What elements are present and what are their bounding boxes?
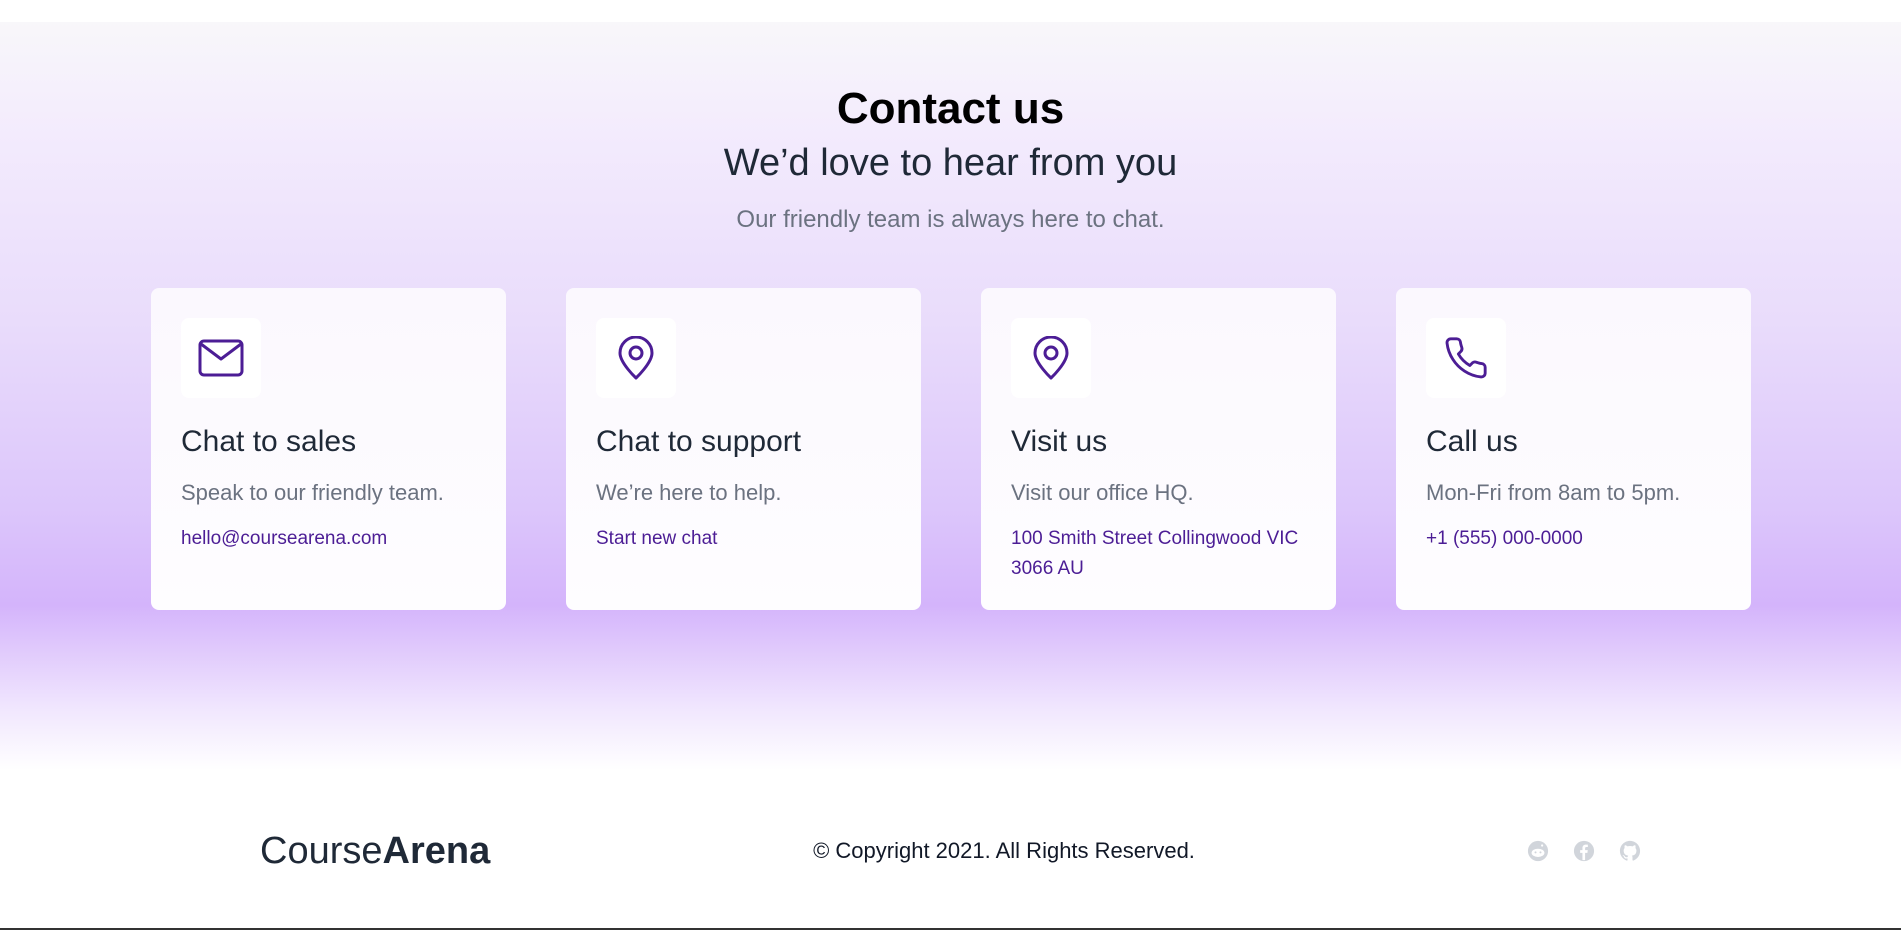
social-links xyxy=(1527,840,1641,862)
card-title: Visit us xyxy=(1011,425,1108,458)
phone-link[interactable]: +1 (555) 000-0000 xyxy=(1426,524,1726,554)
start-chat-link[interactable]: Start new chat xyxy=(596,524,896,554)
contact-card-visit: Visit us Visit our office HQ. 100 Smith … xyxy=(981,288,1336,610)
github-icon[interactable] xyxy=(1619,840,1641,862)
page-title: Contact us xyxy=(836,84,1065,133)
contact-card-support: Chat to support We’re here to help. Star… xyxy=(566,288,921,610)
contact-section: Contact us We’d love to hear from you Ou… xyxy=(0,22,1901,770)
facebook-icon[interactable] xyxy=(1573,840,1595,862)
card-description: Visit our office HQ. xyxy=(1011,480,1194,505)
contact-card-call: Call us Mon-Fri from 8am to 5pm. +1 (555… xyxy=(1396,288,1751,610)
mail-icon xyxy=(181,318,261,398)
map-pin-icon xyxy=(1011,318,1091,398)
reddit-icon[interactable] xyxy=(1527,840,1549,862)
map-pin-icon xyxy=(596,318,676,398)
card-description: Mon-Fri from 8am to 5pm. xyxy=(1426,480,1681,505)
card-description: We’re here to help. xyxy=(596,480,782,505)
card-description: Speak to our friendly team. xyxy=(181,480,444,505)
card-title: Chat to support xyxy=(596,425,802,458)
card-title: Chat to sales xyxy=(181,425,357,458)
tagline: Our friendly team is always here to chat… xyxy=(736,206,1165,233)
card-title: Call us xyxy=(1426,425,1518,458)
page-subtitle: We’d love to hear from you xyxy=(723,142,1178,184)
email-link[interactable]: hello@coursearena.com xyxy=(181,524,481,554)
phone-icon xyxy=(1426,318,1506,398)
top-strip xyxy=(0,0,1901,22)
address-link[interactable]: 100 Smith Street Collingwood VIC 3066 AU xyxy=(1011,524,1311,584)
contact-card-sales: Chat to sales Speak to our friendly team… xyxy=(151,288,506,610)
footer: CourseArena © Copyright 2021. All Rights… xyxy=(0,770,1901,930)
